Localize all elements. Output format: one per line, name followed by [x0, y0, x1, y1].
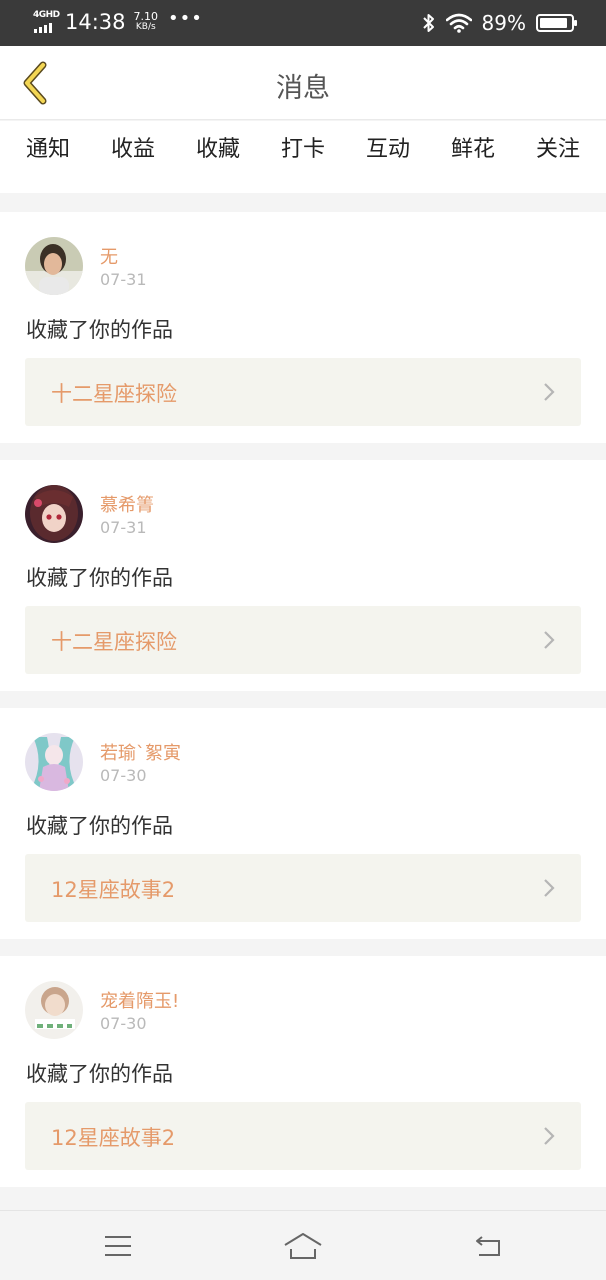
home-button[interactable]	[281, 1229, 325, 1263]
message-list: 无 07-31 收藏了你的作品 十二星座探险 慕希箐 07-31 收藏了你的作品…	[0, 212, 606, 1204]
list-item: 若瑜`絮寅 07-30 收藏了你的作品 12星座故事2	[0, 708, 606, 939]
work-title: 12星座故事2	[51, 878, 176, 902]
system-nav-bar	[0, 1210, 606, 1280]
tab-label: 互动	[365, 137, 410, 162]
signal-icon: 4GHD	[33, 9, 61, 35]
list-item: 宠着隋玉! 07-30 收藏了你的作品 12星座故事2	[0, 956, 606, 1187]
tab-label: 关注	[535, 137, 580, 162]
username[interactable]: 无	[100, 243, 118, 269]
battery-fill	[540, 18, 567, 28]
wifi-icon	[445, 13, 472, 33]
back-icon	[476, 1236, 500, 1256]
header: 消息	[0, 46, 606, 120]
tab-earnings[interactable]: 收益	[90, 131, 176, 181]
bluetooth-icon	[422, 14, 434, 32]
network-speed: 7.10 KB/s	[133, 10, 159, 32]
tab-label: 鲜花	[450, 137, 495, 162]
tab-bar: 通知 收益 收藏 打卡 互动 鲜花 关注	[0, 121, 606, 193]
action-text: 收藏了你的作品	[26, 318, 173, 342]
avatar[interactable]	[25, 733, 83, 791]
tab-label: 收益	[110, 137, 155, 162]
action-text: 收藏了你的作品	[26, 566, 173, 590]
speed-unit: KB/s	[135, 22, 156, 32]
menu-button[interactable]	[96, 1229, 140, 1263]
avatar[interactable]	[25, 981, 83, 1039]
avatar-anime-girl-icon	[25, 485, 83, 543]
list-item: 无 07-31 收藏了你的作品 十二星座探险	[0, 212, 606, 443]
work-title: 12星座故事2	[51, 1126, 176, 1150]
username[interactable]: 宠着隋玉!	[100, 987, 179, 1013]
network-label: 4GHD	[33, 10, 60, 20]
page-title: 消息	[276, 73, 330, 104]
chevron-right-icon	[544, 1127, 555, 1145]
tab-interaction[interactable]: 互动	[345, 131, 431, 181]
status-time: 14:38	[65, 10, 126, 34]
tab-checkin[interactable]: 打卡	[260, 131, 346, 181]
tab-label: 通知	[25, 137, 70, 162]
work-title: 十二星座探险	[51, 630, 177, 654]
chevron-right-icon	[544, 383, 555, 401]
more-notifications-icon: •••	[168, 8, 203, 29]
work-link[interactable]: 12星座故事2	[25, 1102, 581, 1170]
tab-label: 收藏	[195, 137, 240, 162]
chevron-right-icon	[544, 631, 555, 649]
timestamp: 07-30	[100, 766, 147, 785]
tab-label: 打卡	[280, 137, 325, 162]
tab-notifications[interactable]: 通知	[5, 131, 91, 181]
status-bar: 4GHD 14:38 7.10 KB/s ••• 89%	[0, 0, 606, 46]
timestamp: 07-30	[100, 1014, 147, 1033]
action-text: 收藏了你的作品	[26, 1062, 173, 1086]
battery-icon	[536, 14, 577, 32]
username[interactable]: 慕希箐	[100, 491, 154, 517]
menu-icon	[105, 1236, 131, 1256]
avatar-photo-light-icon	[25, 981, 83, 1039]
speed-value: 7.10	[133, 10, 159, 23]
battery-percent: 89%	[481, 11, 526, 35]
tab-following[interactable]: 关注	[515, 131, 601, 181]
work-link[interactable]: 十二星座探险	[25, 606, 581, 674]
home-icon	[284, 1233, 322, 1259]
avatar[interactable]	[25, 485, 83, 543]
work-title: 十二星座探险	[51, 382, 177, 406]
avatar-anime-teal-icon	[25, 733, 83, 791]
avatar[interactable]	[25, 237, 83, 295]
timestamp: 07-31	[100, 270, 147, 289]
back-nav-button[interactable]	[466, 1229, 510, 1263]
work-link[interactable]: 12星座故事2	[25, 854, 581, 922]
list-item: 慕希箐 07-31 收藏了你的作品 十二星座探险	[0, 460, 606, 691]
avatar-photo-icon	[25, 237, 83, 295]
username[interactable]: 若瑜`絮寅	[100, 739, 181, 765]
action-text: 收藏了你的作品	[26, 814, 173, 838]
chevron-right-icon	[544, 879, 555, 897]
timestamp: 07-31	[100, 518, 147, 537]
tab-favorites[interactable]: 收藏	[175, 131, 261, 181]
work-link[interactable]: 十二星座探险	[25, 358, 581, 426]
tab-flowers[interactable]: 鲜花	[430, 131, 516, 181]
